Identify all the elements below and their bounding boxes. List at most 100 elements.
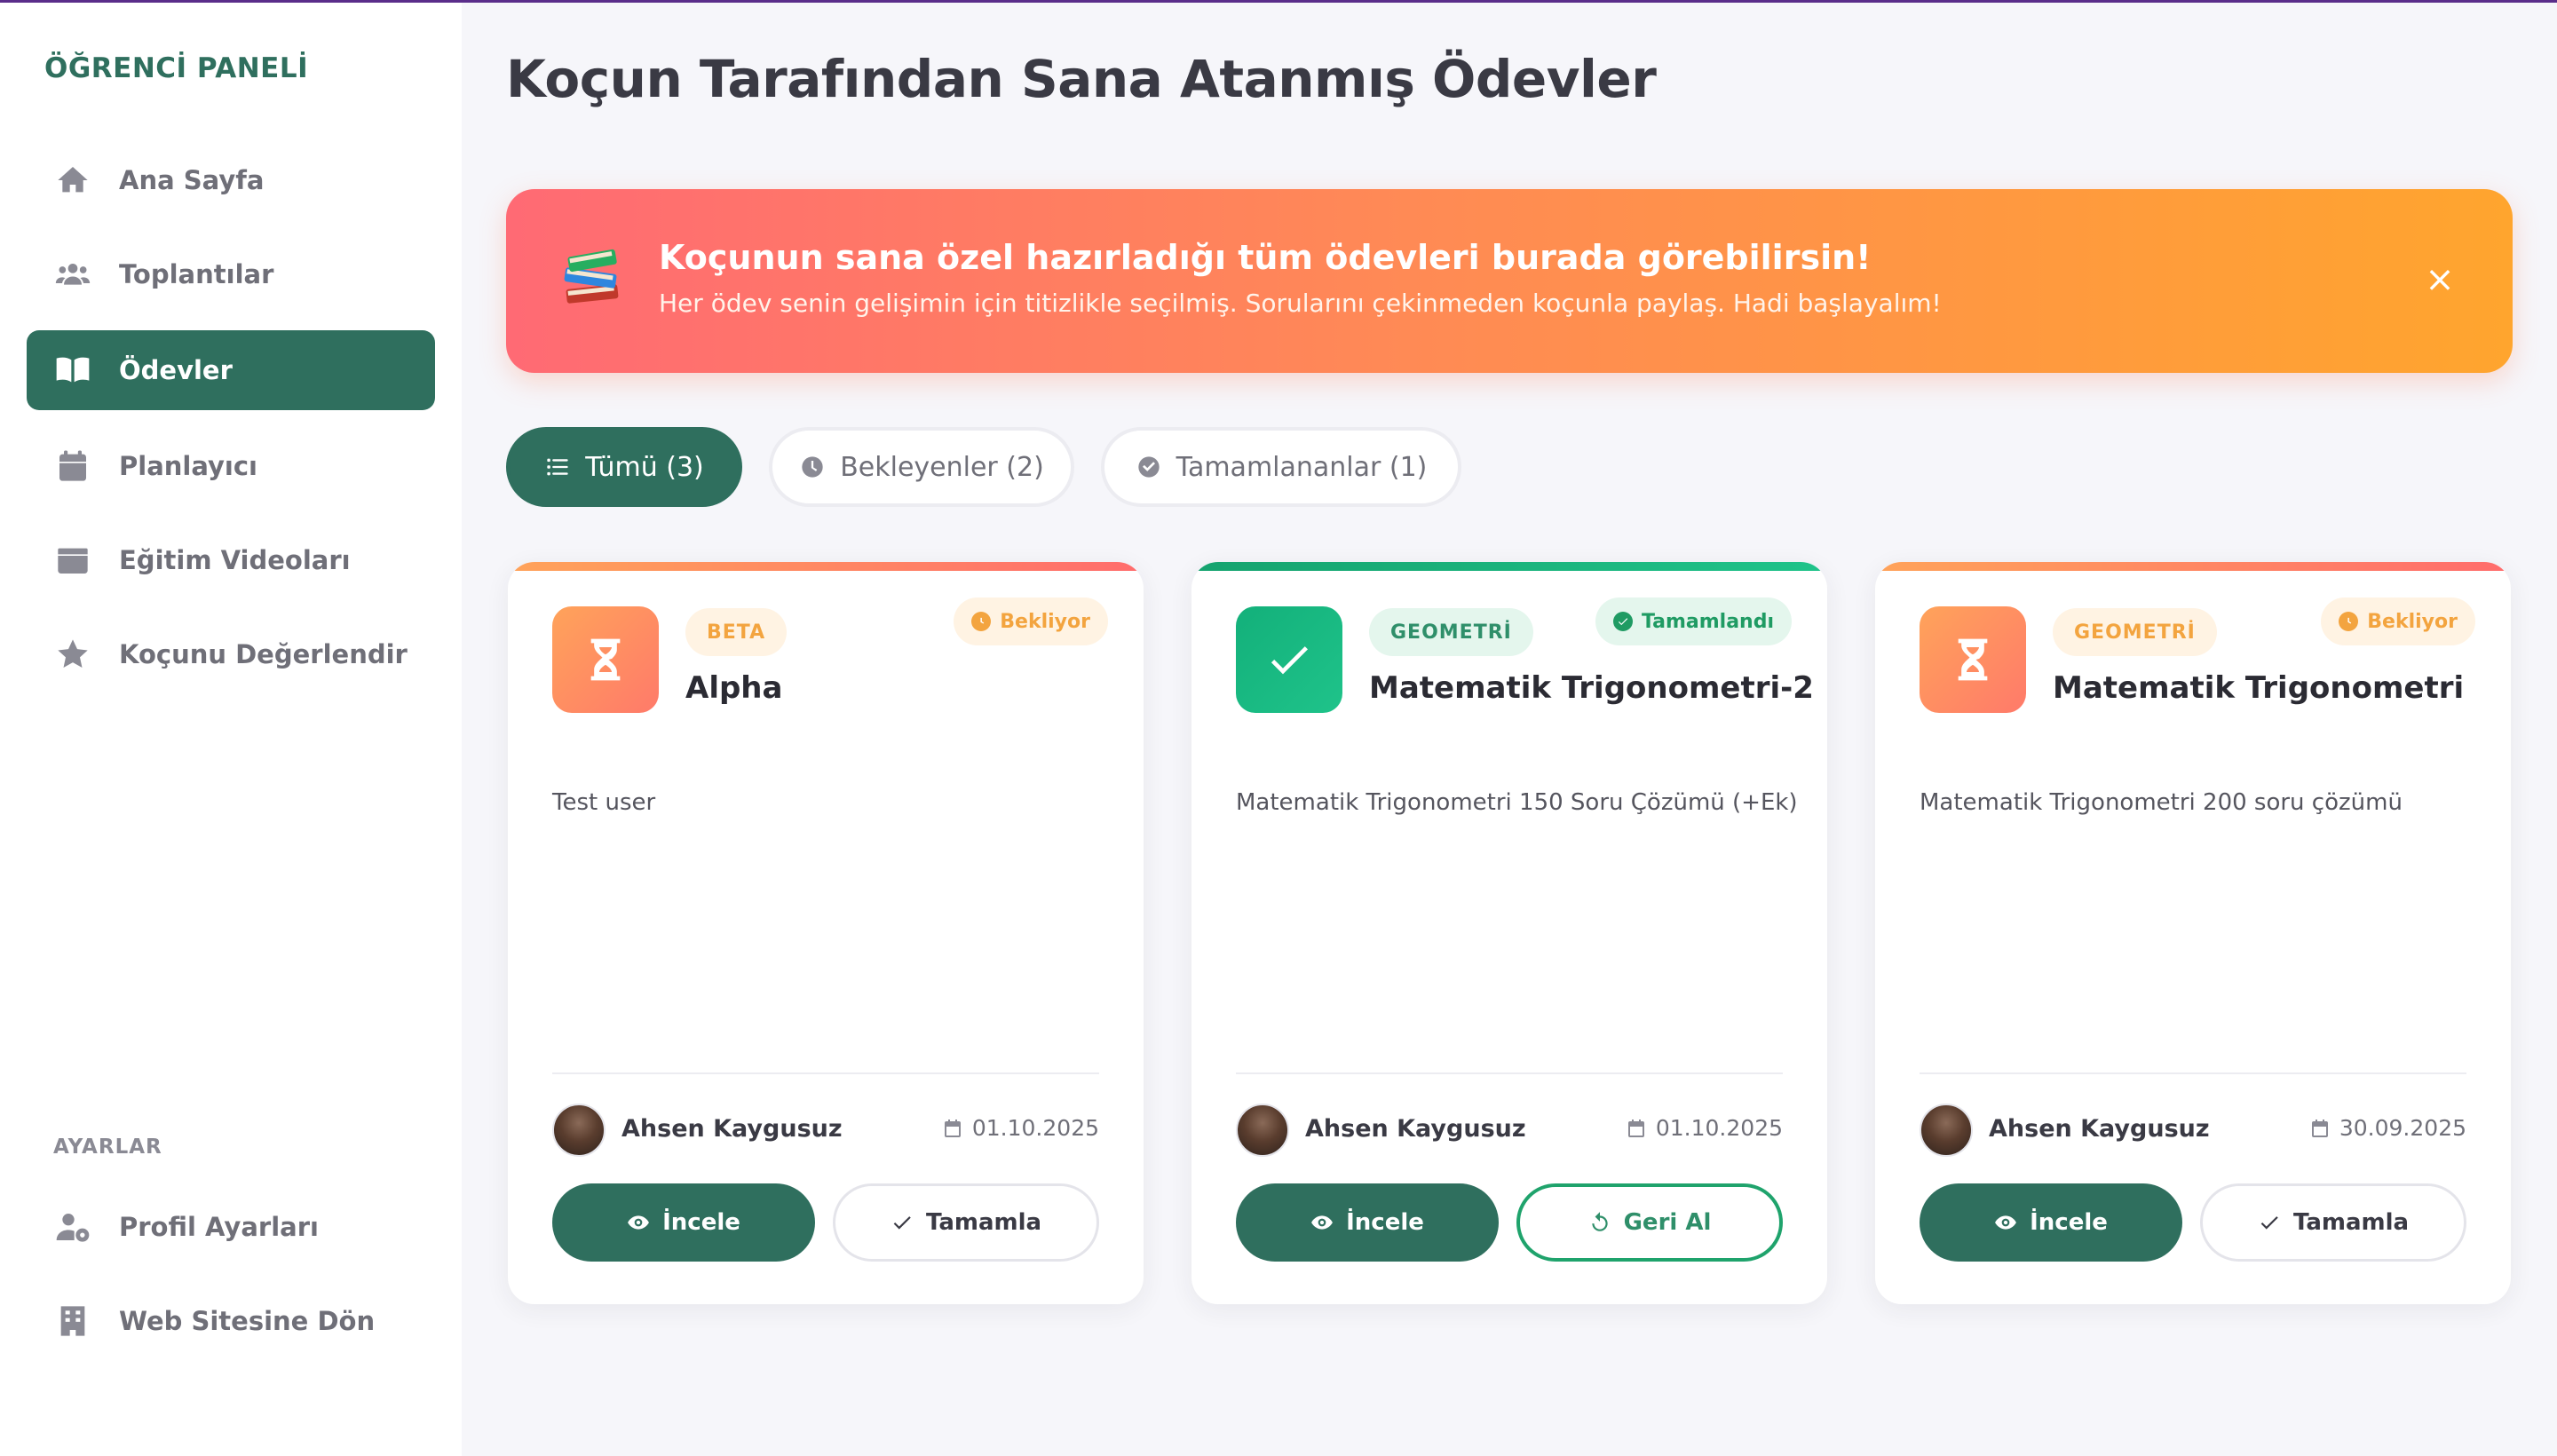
filter-all-button[interactable]: Tümü (3) <box>506 427 742 507</box>
teacher-name: Ahsen Kaygusuz <box>1305 1115 1526 1143</box>
complete-button-label: Tamamla <box>2292 1209 2410 1236</box>
page-title: Koçun Tarafından Sana Atanmış Ödevler <box>506 49 1657 109</box>
check-circle-icon <box>1136 454 1162 480</box>
video-box-icon <box>53 541 92 580</box>
due-date: 01.10.2025 <box>1626 1115 1783 1141</box>
avatar <box>1236 1104 1289 1157</box>
check-icon <box>1236 606 1342 713</box>
due-date: 01.10.2025 <box>942 1115 1099 1141</box>
check-icon <box>2260 1216 2278 1230</box>
avatar <box>1920 1104 1973 1157</box>
undo-icon <box>1591 1212 1608 1231</box>
clock-icon <box>799 454 826 480</box>
due-date-text: 30.09.2025 <box>2339 1115 2466 1141</box>
review-button-label: İncele <box>2030 1209 2108 1236</box>
filter-completed-button[interactable]: Tamamlananlar (1) <box>1101 427 1461 507</box>
sidebar-item-web-sitesine-don[interactable]: Web Sitesine Dön <box>27 1281 435 1361</box>
teacher-name: Ahsen Kaygusuz <box>1989 1115 2210 1143</box>
star-icon <box>53 635 92 674</box>
status-label: Bekliyor <box>1000 610 1090 633</box>
sidebar-item-label: Ana Sayfa <box>119 165 265 195</box>
sidebar-item-kocunu-degerlendir[interactable]: Koçunu Değerlendir <box>27 614 435 694</box>
card-title: Alpha <box>685 670 783 706</box>
sidebar-item-profil-ayarlari[interactable]: Profil Ayarları <box>27 1187 435 1267</box>
card-accent-bar <box>1191 562 1827 571</box>
sidebar-item-label: Profil Ayarları <box>119 1212 319 1242</box>
card-title: Matematik Trigonometri-2 <box>1369 670 1814 706</box>
card-accent-bar <box>508 562 1144 571</box>
sidebar-item-label: Planlayıcı <box>119 451 258 481</box>
complete-button-label: Tamamla <box>925 1209 1042 1236</box>
sidebar-item-odevler[interactable]: Ödevler <box>27 330 435 410</box>
assignment-card: BETA Bekliyor Alpha Test user Ahsen Kayg… <box>508 562 1144 1304</box>
filter-pending-button[interactable]: Bekleyenler (2) <box>769 427 1074 507</box>
sidebar-item-label: Ödevler <box>119 355 233 385</box>
sidebar-item-egitim-videolari[interactable]: Eğitim Videoları <box>27 520 435 600</box>
eye-icon <box>628 1215 650 1230</box>
user-gear-icon <box>53 1207 92 1246</box>
check-icon <box>893 1216 911 1230</box>
book-icon <box>53 351 92 390</box>
card-divider <box>1236 1072 1783 1074</box>
review-button[interactable]: İncele <box>1236 1183 1499 1262</box>
teacher-name: Ahsen Kaygusuz <box>621 1115 843 1143</box>
banner-subtitle: Her ödev senin gelişimin için titizlikle… <box>659 289 1942 318</box>
calendar-icon <box>944 1119 961 1137</box>
status-badge: Bekliyor <box>954 597 1108 645</box>
review-button[interactable]: İncele <box>1920 1183 2182 1262</box>
eye-icon <box>1311 1215 1334 1230</box>
clock-icon <box>2339 612 2359 631</box>
settings-section-label: AYARLAR <box>53 1136 162 1159</box>
list-icon <box>544 454 571 480</box>
calendar-icon <box>53 447 92 486</box>
card-divider <box>1920 1072 2466 1074</box>
subject-badge: GEOMETRİ <box>1369 608 1533 656</box>
sidebar-item-label: Koçunu Değerlendir <box>119 639 408 669</box>
status-label: Tamamlandı <box>1641 610 1774 633</box>
filter-label: Tümü (3) <box>585 451 704 483</box>
eye-icon <box>1995 1215 2017 1230</box>
banner-title: Koçunun sana özel hazırladığı tüm ödevle… <box>659 238 1872 277</box>
assignment-card: GEOMETRİ Bekliyor Matematik Trigonometri… <box>1875 562 2511 1304</box>
review-button-label: İncele <box>662 1209 740 1236</box>
filter-label: Bekleyenler (2) <box>840 451 1044 483</box>
clock-icon <box>971 612 992 631</box>
card-description: Matematik Trigonometri 150 Soru Çözümü (… <box>1236 789 1798 816</box>
status-badge: Bekliyor <box>2321 597 2475 645</box>
subject-badge: GEOMETRİ <box>2053 608 2217 656</box>
card-description: Test user <box>552 789 656 816</box>
hourglass-icon <box>552 606 659 713</box>
complete-button[interactable]: Tamamla <box>833 1183 1099 1262</box>
filter-label: Tamamlananlar (1) <box>1176 451 1428 483</box>
undo-button-label: Geri Al <box>1623 1209 1712 1236</box>
status-label: Bekliyor <box>2367 610 2458 633</box>
sidebar: ÖĞRENCİ PANELİ Ana Sayfa Toplantılar Öde… <box>0 3 462 1456</box>
sidebar-item-toplantilar[interactable]: Toplantılar <box>27 234 435 314</box>
subject-badge: BETA <box>685 608 788 656</box>
sidebar-brand: ÖĞRENCİ PANELİ <box>44 52 309 84</box>
home-icon <box>53 161 92 200</box>
card-divider <box>552 1072 1099 1074</box>
sidebar-item-label: Toplantılar <box>119 259 274 289</box>
sidebar-item-label: Web Sitesine Dön <box>119 1306 376 1336</box>
hourglass-icon <box>1920 606 2026 713</box>
review-button[interactable]: İncele <box>552 1183 815 1262</box>
status-badge: Tamamlandı <box>1595 597 1792 645</box>
due-date-text: 01.10.2025 <box>1655 1115 1783 1141</box>
sidebar-item-planlayici[interactable]: Planlayıcı <box>27 426 435 506</box>
sidebar-item-ana-sayfa[interactable]: Ana Sayfa <box>27 140 435 220</box>
calendar-icon <box>1627 1119 1644 1137</box>
review-button-label: İncele <box>1346 1209 1424 1236</box>
due-date-text: 01.10.2025 <box>971 1115 1099 1141</box>
complete-button[interactable]: Tamamla <box>2200 1183 2466 1262</box>
users-icon <box>53 255 92 294</box>
check-circle-icon <box>1612 612 1633 631</box>
undo-button[interactable]: Geri Al <box>1516 1183 1783 1262</box>
avatar <box>552 1104 606 1157</box>
card-accent-bar <box>1875 562 2511 571</box>
info-banner: Koçunun sana özel hazırladığı tüm ödevle… <box>506 189 2513 373</box>
building-icon <box>53 1302 92 1341</box>
card-title: Matematik Trigonometri <box>2053 670 2465 706</box>
card-description: Matematik Trigonometri 200 soru çözümü <box>1920 789 2403 816</box>
close-icon[interactable]: × <box>2420 260 2459 299</box>
